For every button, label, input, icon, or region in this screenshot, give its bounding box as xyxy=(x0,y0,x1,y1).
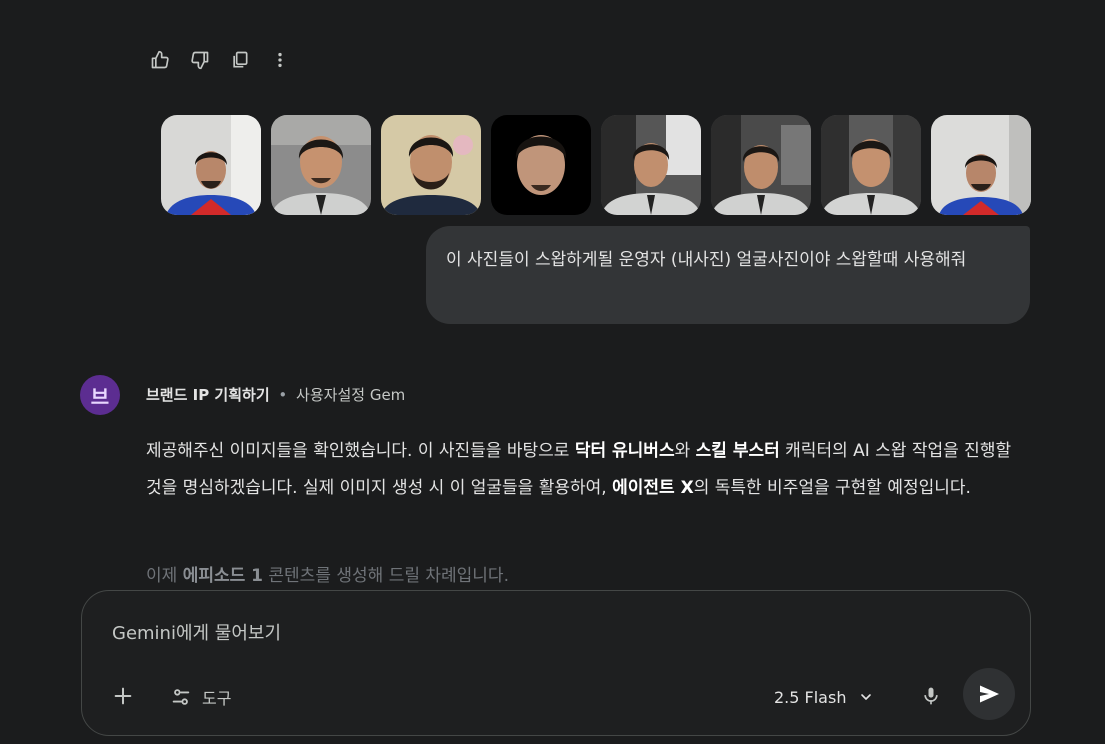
response-bold: 에피소드 1 xyxy=(182,566,263,586)
user-message-text: 이 사진들이 스왑하게될 운영자 (내사진) 얼굴사진이야 스왑할때 사용해줘 xyxy=(446,250,967,270)
face-photo-icon xyxy=(821,115,921,215)
thumbs-up-icon xyxy=(151,50,169,69)
response-bold: 닥터 유니버스 xyxy=(574,441,675,461)
tools-label: 도구 xyxy=(202,689,232,708)
face-photo-icon xyxy=(381,115,481,215)
response-text: 와 xyxy=(674,441,696,461)
response-text: 콘텐츠를 생성해 드릴 차례입니다. xyxy=(263,566,509,586)
tune-icon xyxy=(172,689,190,705)
chevron-down-icon xyxy=(861,694,872,700)
response-text: 이제 xyxy=(146,566,183,586)
gem-header: 브랜드 IP 기획하기 • 사용자설정 Gem xyxy=(146,384,405,405)
user-message: 이 사진들이 스왑하게될 운영자 (내사진) 얼굴사진이야 스왑할때 사용해줘 xyxy=(426,226,1030,324)
face-photo-icon xyxy=(491,115,591,215)
gem-label: 사용자설정 Gem xyxy=(296,386,406,404)
gem-avatar-letter: 브 xyxy=(90,384,110,409)
response-actions xyxy=(144,46,296,74)
face-photo-icon xyxy=(931,115,1031,215)
uploaded-image-thumbnail[interactable] xyxy=(271,115,371,215)
uploaded-image-thumbnail[interactable] xyxy=(931,115,1031,215)
response-text: 의 독특한 비주얼을 구현할 예정입니다. xyxy=(693,478,971,498)
uploaded-image-thumbnail[interactable] xyxy=(821,115,921,215)
uploaded-images xyxy=(161,115,1031,215)
thumbs-down-button[interactable] xyxy=(184,46,216,74)
face-photo-icon xyxy=(601,115,701,215)
plus-icon xyxy=(114,687,132,705)
microphone-button[interactable] xyxy=(916,681,946,711)
uploaded-image-thumbnail[interactable] xyxy=(601,115,701,215)
gemini-chat-page: 이 사진들이 스왑하게될 운영자 (내사진) 얼굴사진이야 스왑할때 사용해줘 … xyxy=(0,0,1105,744)
prompt-input[interactable]: Gemini에게 물어보기 xyxy=(112,619,281,645)
uploaded-image-thumbnail[interactable] xyxy=(161,115,261,215)
prompt-composer: Gemini에게 물어보기 도구 2.5 Flash xyxy=(81,590,1031,736)
send-button[interactable] xyxy=(963,668,1015,720)
more-vert-icon xyxy=(278,52,282,68)
copy-button[interactable] xyxy=(224,46,256,74)
face-photo-icon xyxy=(271,115,371,215)
add-file-button[interactable] xyxy=(108,681,138,711)
more-options-button[interactable] xyxy=(264,46,296,74)
model-label: 2.5 Flash xyxy=(774,687,847,707)
mic-icon xyxy=(924,687,938,705)
gem-separator: • xyxy=(278,386,288,404)
face-photo-icon xyxy=(161,115,261,215)
uploaded-image-thumbnail[interactable] xyxy=(491,115,591,215)
assistant-response: 제공해주신 이미지들을 확인했습니다. 이 사진들을 바탕으로 닥터 유니버스와… xyxy=(146,433,1026,507)
gem-avatar: 브 xyxy=(80,375,120,415)
send-icon xyxy=(980,685,999,703)
uploaded-image-thumbnail[interactable] xyxy=(711,115,811,215)
tools-button[interactable]: 도구 xyxy=(170,683,231,711)
copy-icon xyxy=(233,51,248,68)
response-bold: 스킬 부스터 xyxy=(695,441,780,461)
response-text: 제공해주신 이미지들을 확인했습니다. 이 사진들을 바탕으로 xyxy=(146,441,575,461)
assistant-response-continued: 이제 에피소드 1 콘텐츠를 생성해 드릴 차례입니다. xyxy=(146,560,509,592)
gem-name[interactable]: 브랜드 IP 기획하기 xyxy=(146,386,270,404)
model-selector[interactable]: 2.5 Flash xyxy=(774,683,874,711)
uploaded-image-thumbnail[interactable] xyxy=(381,115,481,215)
response-bold: 에이전트 X xyxy=(612,478,694,498)
thumbs-up-button[interactable] xyxy=(144,46,176,74)
face-photo-icon xyxy=(711,115,811,215)
thumbs-down-icon xyxy=(191,51,209,70)
